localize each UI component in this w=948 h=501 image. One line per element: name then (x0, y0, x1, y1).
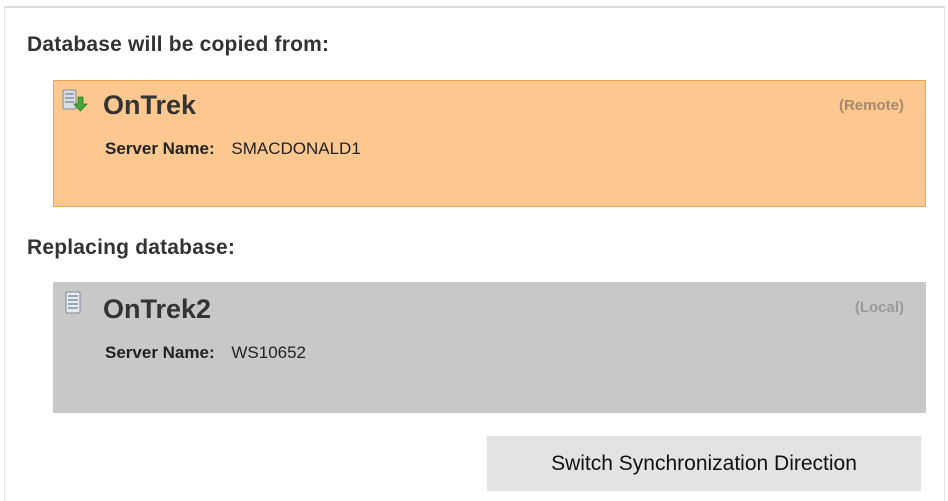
source-heading: Database will be copied from: (27, 33, 330, 56)
target-server-label: Server Name: (105, 343, 215, 362)
source-server-row: Server Name: SMACDONALD1 (105, 139, 361, 159)
sync-panel: Database will be copied from: OnTrek (Re… (4, 6, 945, 501)
target-location-label: (Local) (854, 299, 904, 316)
source-server-label: Server Name: (105, 139, 215, 158)
source-database-card: OnTrek (Remote) Server Name: SMACDONALD1 (53, 80, 926, 207)
switch-sync-direction-button[interactable]: Switch Synchronization Direction (487, 436, 921, 491)
database-icon (65, 291, 81, 314)
target-database-name: OnTrek2 (103, 294, 212, 324)
target-heading: Replacing database: (27, 236, 236, 259)
source-server-name: SMACDONALD1 (231, 139, 361, 158)
source-database-name: OnTrek (103, 90, 197, 120)
target-server-row: Server Name: WS10652 (105, 343, 306, 363)
target-database-card: OnTrek2 (Local) Server Name: WS10652 (53, 282, 926, 413)
database-download-icon (62, 89, 88, 112)
source-location-label: (Remote) (838, 97, 904, 114)
target-server-name: WS10652 (231, 343, 307, 362)
